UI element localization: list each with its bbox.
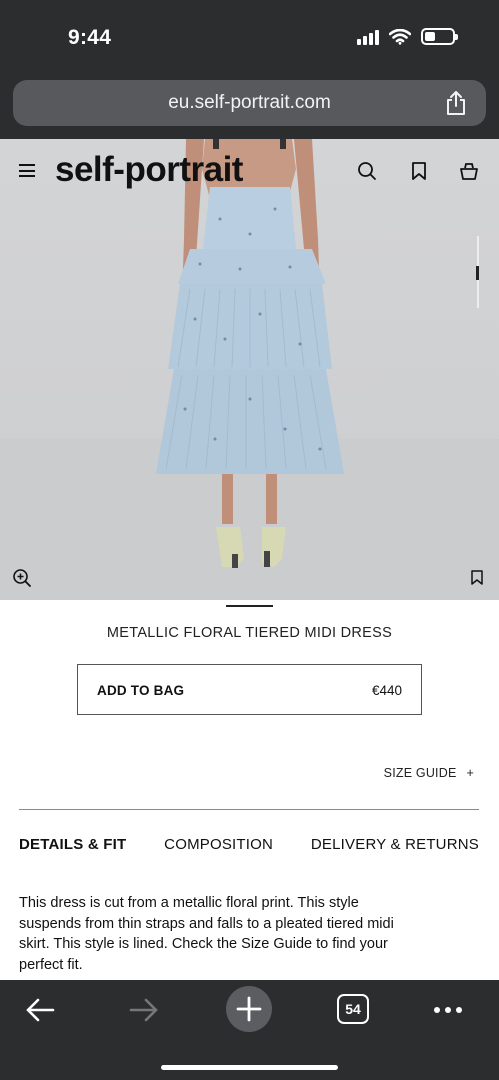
product-title: METALLIC FLORAL TIERED MIDI DRESS <box>106 625 393 641</box>
forward-icon[interactable] <box>128 990 160 1030</box>
wifi-icon <box>389 28 411 45</box>
status-icons <box>357 28 458 45</box>
address-bar[interactable]: eu.self-portrait.com <box>13 80 486 126</box>
share-icon[interactable] <box>444 90 468 116</box>
image-scroll-thumb[interactable] <box>476 266 479 280</box>
plus-icon: + <box>466 766 474 780</box>
plus-icon <box>236 996 262 1022</box>
menu-icon[interactable] <box>19 164 35 177</box>
tab-delivery-returns[interactable]: DELIVERY & RETURNS <box>311 836 479 853</box>
product-price: €440 <box>371 683 402 698</box>
size-guide-link[interactable]: SIZE GUIDE + <box>384 766 474 780</box>
battery-icon <box>421 28 458 45</box>
wishlist-bookmark-icon[interactable] <box>470 570 484 585</box>
back-icon[interactable] <box>24 990 56 1030</box>
dress-photo <box>0 139 499 600</box>
bag-icon[interactable] <box>459 161 479 181</box>
more-icon[interactable] <box>432 990 464 1030</box>
add-to-bag-label: ADD TO BAG <box>97 683 185 698</box>
new-tab-button[interactable] <box>226 986 272 1032</box>
tab-composition[interactable]: COMPOSITION <box>164 836 273 853</box>
gallery-position-indicator <box>226 605 273 607</box>
size-guide-label: SIZE GUIDE <box>383 766 457 780</box>
product-info-tabs: DETAILS & FIT COMPOSITION DELIVERY & RET… <box>19 836 479 853</box>
url-text[interactable]: eu.self-portrait.com <box>13 92 486 114</box>
tab-details-fit[interactable]: DETAILS & FIT <box>19 836 126 853</box>
site-logo[interactable]: self-portrait <box>55 150 243 190</box>
browser-top-chrome: 9:44 eu.self-portrait.com <box>0 0 499 139</box>
section-divider <box>19 809 479 810</box>
product-description: This dress is cut from a metallic floral… <box>19 895 394 973</box>
add-to-bag-button[interactable]: ADD TO BAG €440 <box>77 664 422 715</box>
zoom-icon[interactable] <box>12 568 32 588</box>
site-header: self-portrait <box>0 139 499 203</box>
search-icon[interactable] <box>357 161 377 181</box>
bookmark-icon[interactable] <box>409 161 429 181</box>
status-time: 9:44 <box>68 26 112 49</box>
home-indicator <box>161 1065 338 1070</box>
tabs-icon[interactable]: 54 <box>337 994 369 1024</box>
product-image[interactable] <box>0 139 499 600</box>
signal-icon <box>357 29 379 45</box>
